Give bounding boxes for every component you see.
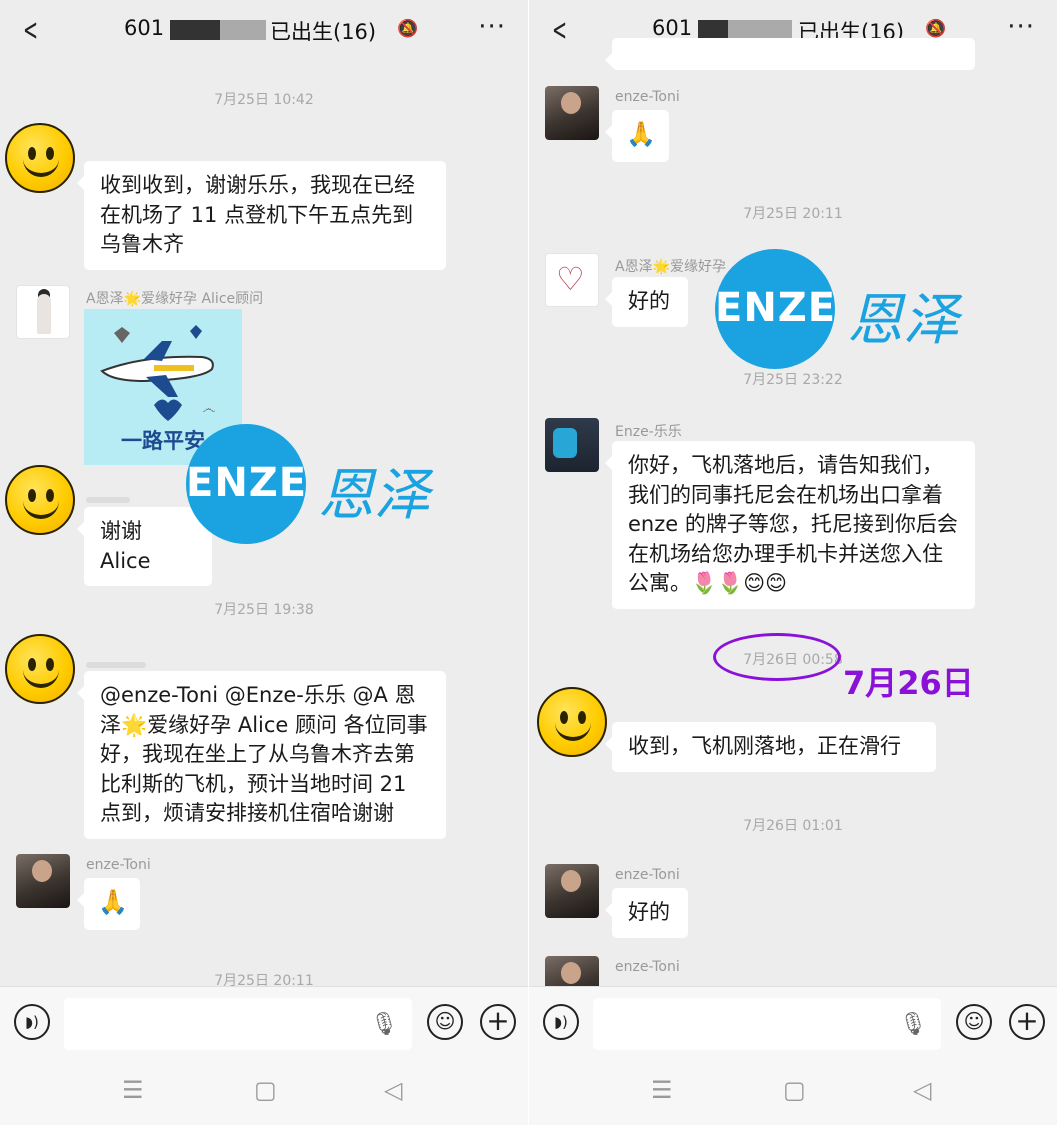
redacted-name: [86, 662, 146, 668]
right-chat-screen: < 601 已出生(16) 🔕 ··· enze-Toni 🙏 7月25日 20…: [529, 0, 1057, 1125]
toni-avatar[interactable]: [545, 864, 599, 918]
sender-name: Enze-乐乐: [615, 424, 682, 440]
sender-name: A恩泽🌟爱缘好孕: [615, 259, 727, 275]
message-bubble[interactable]: 你好，飞机落地后，请告知我们，我们的同事托尼会在机场出口拿着 enze 的牌子等…: [605, 441, 975, 609]
message-bubble[interactable]: 收到收到，谢谢乐乐，我现在已经在机场了 11 点登机下午五点先到乌鲁木齐: [77, 161, 446, 270]
more-button[interactable]: ···: [478, 12, 506, 42]
redacted-text: [220, 20, 266, 40]
mute-bell-icon: 🔕: [397, 19, 419, 39]
plus-icon[interactable]: +: [1009, 1004, 1045, 1040]
timestamp: 7月25日 23:22: [743, 372, 843, 388]
message-bubble[interactable]: 好的: [605, 888, 688, 938]
svg-text:෴: ෴: [202, 401, 215, 417]
chat-header: < 601 已出生(16) 🔕 ···: [0, 0, 528, 60]
sender-name: enze-Toni: [615, 89, 680, 105]
airplane-sticker-icon: ෴: [100, 325, 215, 421]
left-chat-screen: < 601 已出生(16) 🔕 ··· 7月25日 10:42 收到收到，谢谢乐…: [0, 0, 528, 1125]
redacted-text: [728, 20, 792, 40]
mute-bell-icon: 🔕: [925, 19, 947, 39]
sender-name: enze-Toni: [86, 857, 151, 873]
message-bubble[interactable]: @enze-Toni @Enze-乐乐 @A 恩泽🌟爱缘好孕 Alice 顾问 …: [77, 671, 446, 839]
plus-icon[interactable]: +: [480, 1004, 516, 1040]
message-bubble[interactable]: 好的: [605, 277, 688, 327]
user-avatar[interactable]: [5, 634, 75, 704]
lele-avatar[interactable]: [545, 418, 599, 472]
mic-icon[interactable]: 🎙: [899, 1012, 927, 1037]
system-nav-bar: ☰ ▢ ◁: [529, 1058, 1057, 1125]
back-nav-icon[interactable]: ◁: [913, 1076, 931, 1104]
message-bubble[interactable]: 谢谢 Alice: [77, 507, 212, 586]
input-bar: ◗) 🎙 ☺ +: [529, 986, 1057, 1058]
input-bar: ◗) 🎙 ☺ +: [0, 986, 528, 1058]
timestamp: 7月25日 20:11: [743, 206, 843, 222]
aiyuan-avatar[interactable]: ♡: [545, 253, 599, 307]
message-bubble[interactable]: 收到，飞机刚落地，正在滑行: [605, 722, 936, 772]
redacted-name: [86, 497, 130, 503]
sender-name: enze-Toni: [615, 867, 680, 883]
voice-icon[interactable]: ◗): [14, 1004, 50, 1040]
message-bubble-partial[interactable]: [605, 38, 975, 70]
back-button[interactable]: <: [23, 13, 38, 48]
message-input[interactable]: 🎙: [64, 998, 412, 1050]
system-nav-bar: ☰ ▢ ◁: [0, 1058, 528, 1125]
emoji-icon[interactable]: ☺: [427, 1004, 463, 1040]
home-icon[interactable]: ▢: [783, 1076, 806, 1104]
toni-avatar[interactable]: [545, 86, 599, 140]
more-button[interactable]: ···: [1007, 12, 1035, 42]
timestamp: 7月25日 19:38: [214, 602, 314, 618]
emoji-icon[interactable]: ☺: [956, 1004, 992, 1040]
menu-icon[interactable]: ☰: [122, 1076, 144, 1104]
heart-logo-icon: ♡: [556, 260, 585, 298]
home-icon[interactable]: ▢: [254, 1076, 277, 1104]
user-avatar[interactable]: [5, 123, 75, 193]
user-avatar[interactable]: [5, 465, 75, 535]
sender-name: A恩泽🌟爱缘好孕 Alice顾问: [86, 291, 264, 307]
back-nav-icon[interactable]: ◁: [384, 1076, 402, 1104]
message-bubble[interactable]: 🙏: [77, 878, 140, 930]
sender-name: enze-Toni: [615, 959, 680, 975]
mic-icon[interactable]: 🎙: [370, 1012, 398, 1037]
redacted-text: [698, 20, 728, 40]
message-bubble[interactable]: 🙏: [605, 110, 669, 162]
toni-avatar[interactable]: [16, 854, 70, 908]
alice-avatar[interactable]: [16, 285, 70, 339]
highlight-ellipse: [713, 633, 841, 681]
timestamp: 7月25日 10:42: [214, 92, 314, 108]
timestamp: 7月26日 01:01: [743, 818, 843, 834]
voice-icon[interactable]: ◗): [543, 1004, 579, 1040]
user-avatar[interactable]: [537, 687, 607, 757]
back-button[interactable]: <: [552, 13, 567, 48]
redacted-text: [170, 20, 220, 40]
annotation-date: 7月26日: [843, 664, 974, 702]
menu-icon[interactable]: ☰: [651, 1076, 673, 1104]
message-input[interactable]: 🎙: [593, 998, 941, 1050]
